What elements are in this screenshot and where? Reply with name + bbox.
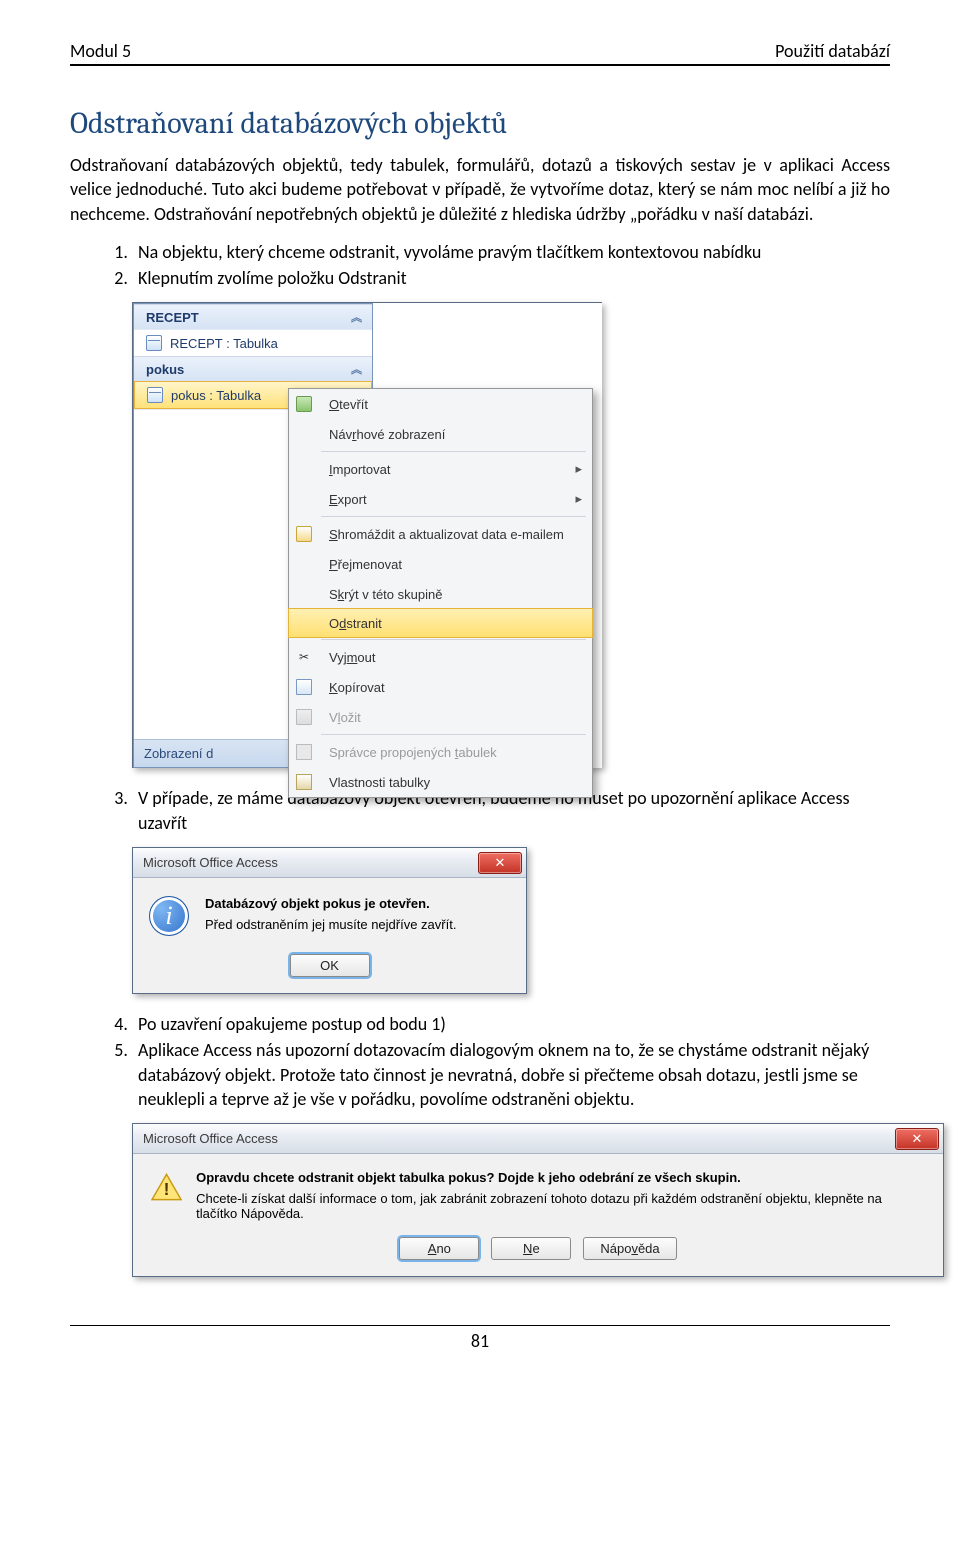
- ctx-paste: Vložit: [289, 702, 592, 732]
- nav-group-label: pokus: [146, 362, 184, 377]
- nav-item-recept[interactable]: RECEPT : Tabulka: [134, 329, 372, 356]
- no-button[interactable]: Ne: [491, 1237, 571, 1260]
- close-icon: ✕: [495, 855, 506, 871]
- ok-button[interactable]: OK: [290, 954, 370, 977]
- page-header: Modul 5 Použití databází: [70, 40, 890, 66]
- ctx-delete[interactable]: Odstranit: [288, 608, 593, 638]
- ctx-design-view[interactable]: Návrhové zobrazení: [289, 419, 592, 449]
- screenshot-context-menu: RECEPT ︽ RECEPT : Tabulka pokus ︽ pokus …: [132, 302, 602, 768]
- submenu-arrow-icon: ▸: [575, 461, 592, 477]
- step-5: Aplikace Access nás upozorní dotazovacím…: [132, 1038, 890, 1111]
- context-menu: OOtevříttevřít Návrhové zobrazení Import…: [288, 388, 593, 798]
- screenshot-info-dialog: Microsoft Office Access ✕ i Databázový o…: [132, 847, 527, 994]
- dialog-body: ! Opravdu chcete odstranit objekt tabulk…: [133, 1154, 943, 1237]
- steps-list-3: Po uzavření opakujeme postup od bodu 1) …: [70, 1012, 890, 1111]
- ctx-import[interactable]: Importovat▸: [289, 454, 592, 484]
- help-button[interactable]: Nápověda: [583, 1237, 676, 1260]
- header-right: Použití databází: [775, 40, 890, 62]
- dialog-bold-text: Databázový objekt pokus je otevřen.: [205, 896, 456, 911]
- steps-list: Na objektu, který chceme odstranit, vyvo…: [70, 240, 890, 291]
- dialog-line-text: Chcete-li získat další informace o tom, …: [196, 1191, 925, 1221]
- close-icon: ✕: [912, 1131, 923, 1147]
- ctx-rename[interactable]: Přejmenovat: [289, 549, 592, 579]
- close-button[interactable]: ✕: [478, 852, 522, 874]
- step-2: Klepnutím zvolíme položku Odstranit: [132, 266, 890, 290]
- close-button[interactable]: ✕: [895, 1128, 939, 1150]
- ctx-cut[interactable]: ✂ Vyjmout: [289, 642, 592, 672]
- screenshot-confirm-dialog: Microsoft Office Access ✕ ! Opravdu chce…: [132, 1123, 944, 1277]
- ctx-copy[interactable]: Kopírovat: [289, 672, 592, 702]
- submenu-arrow-icon: ▸: [575, 491, 592, 507]
- open-icon: [296, 396, 312, 412]
- header-left: Modul 5: [70, 40, 131, 62]
- nav-group-recept[interactable]: RECEPT ︽: [134, 304, 372, 329]
- dialog-body: i Databázový objekt pokus je otevřen. Př…: [133, 878, 526, 954]
- heading: Odstraňovaní databázových objektů: [70, 106, 890, 141]
- chevron-up-icon: ︽: [351, 361, 362, 377]
- nav-group-pokus[interactable]: pokus ︽: [134, 356, 372, 381]
- table-icon: [147, 387, 163, 403]
- nav-item-label: RECEPT : Tabulka: [170, 336, 278, 351]
- step-4: Po uzavření opakujeme postup od bodu 1): [132, 1012, 890, 1036]
- ctx-collect-email[interactable]: Shromáždit a aktualizovat data e-mailem: [289, 519, 592, 549]
- ctx-table-properties[interactable]: Vlastnosti tabulky: [289, 767, 592, 797]
- ctx-hide[interactable]: Skrýt v této skupině: [289, 579, 592, 609]
- dialog-titlebar: Microsoft Office Access ✕: [133, 1124, 943, 1154]
- step-1: Na objektu, který chceme odstranit, vyvo…: [132, 240, 890, 264]
- intro-paragraph: Odstraňovaní databázových objektů, tedy …: [70, 153, 890, 226]
- properties-icon: [296, 774, 312, 790]
- mail-icon: [296, 526, 312, 542]
- copy-icon: [296, 679, 312, 695]
- ctx-open[interactable]: OOtevříttevřít: [289, 389, 592, 419]
- linked-table-icon: [296, 744, 312, 760]
- cut-icon: ✂: [296, 649, 312, 665]
- ctx-export[interactable]: Export▸: [289, 484, 592, 514]
- nav-group-label: RECEPT: [146, 310, 199, 325]
- dialog-titlebar: Microsoft Office Access ✕: [133, 848, 526, 878]
- page-number: 81: [70, 1325, 890, 1352]
- chevron-up-icon: ︽: [351, 309, 362, 325]
- dialog-title-text: Microsoft Office Access: [143, 855, 278, 870]
- ctx-linked-manager: Správce propojených tabulek: [289, 737, 592, 767]
- svg-text:!: !: [164, 1179, 170, 1199]
- dialog-bold-text: Opravdu chcete odstranit objekt tabulka …: [196, 1170, 925, 1185]
- warning-icon: !: [151, 1172, 182, 1202]
- dialog-line-text: Před odstraněním jej musíte nejdříve zav…: [205, 917, 456, 932]
- yes-button[interactable]: Ano: [399, 1237, 479, 1260]
- paste-icon: [296, 709, 312, 725]
- nav-item-label: pokus : Tabulka: [171, 388, 261, 403]
- dialog-title-text: Microsoft Office Access: [143, 1131, 278, 1146]
- table-icon: [146, 335, 162, 351]
- info-icon: i: [149, 896, 189, 936]
